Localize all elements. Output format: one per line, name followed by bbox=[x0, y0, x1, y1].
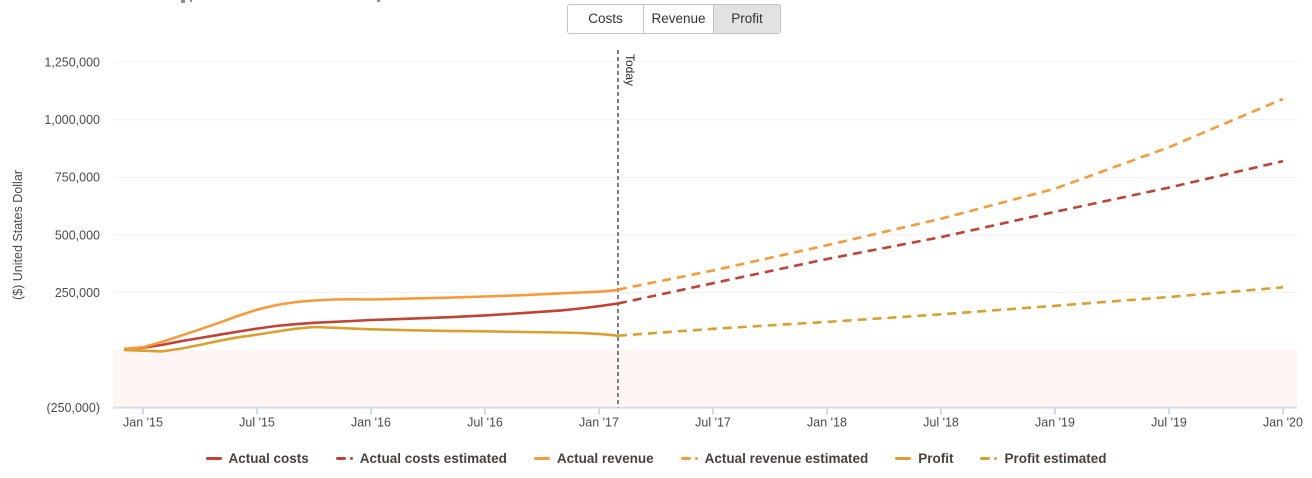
legend-item-actual-revenue[interactable]: Actual revenue bbox=[534, 451, 654, 466]
y-tick-label: 750,000 bbox=[55, 171, 100, 185]
x-tick-label: Jul '15 bbox=[239, 416, 275, 430]
x-tick-label: Jul '19 bbox=[1151, 416, 1187, 430]
x-tick-label: Jan '17 bbox=[579, 416, 619, 430]
negative-region-shading bbox=[113, 350, 1297, 408]
legend-label: Actual costs estimated bbox=[360, 451, 507, 466]
series-line-actual-costs-estimated bbox=[618, 161, 1283, 303]
y-tick-label: 250,000 bbox=[55, 286, 100, 300]
legend-item-actual-revenue-estimated[interactable]: Actual revenue estimated bbox=[681, 451, 869, 466]
stock-chart-app: Costs Revenue Profit ($) United States D… bbox=[0, 0, 1312, 478]
series-line-actual-costs bbox=[124, 304, 618, 350]
series-line-actual-revenue-estimated bbox=[618, 99, 1283, 290]
legend-item-profit[interactable]: Profit bbox=[895, 451, 953, 466]
legend-item-actual-costs-estimated[interactable]: Actual costs estimated bbox=[336, 451, 507, 466]
legend-solid-line-swatch bbox=[206, 457, 222, 460]
legend-label: Profit estimated bbox=[1004, 451, 1106, 466]
x-tick-label: Jan '19 bbox=[1035, 416, 1075, 430]
legend-label: Actual revenue bbox=[557, 451, 654, 466]
legend-solid-line-swatch bbox=[895, 457, 911, 460]
legend-label: Actual costs bbox=[229, 451, 309, 466]
y-tick-label: 1,250,000 bbox=[44, 56, 100, 70]
x-tick-label: Jul '17 bbox=[695, 416, 731, 430]
chart-legend: Actual costs Actual costs estimated Actu… bbox=[0, 451, 1312, 466]
x-tick-label: Jan '18 bbox=[807, 416, 847, 430]
y-tick-label: (250,000) bbox=[46, 401, 100, 415]
x-tick-label: Jul '18 bbox=[923, 416, 959, 430]
x-tick-label: Jan '16 bbox=[351, 416, 391, 430]
legend-item-actual-costs[interactable]: Actual costs bbox=[206, 451, 309, 466]
x-tick-label: Jan '20 bbox=[1263, 416, 1303, 430]
legend-dashed-line-swatch bbox=[980, 457, 997, 460]
legend-dashed-line-swatch bbox=[681, 457, 698, 460]
today-label: Today bbox=[623, 54, 637, 86]
y-tick-label: 500,000 bbox=[55, 228, 100, 242]
legend-label: Actual revenue estimated bbox=[705, 451, 869, 466]
legend-label: Profit bbox=[918, 451, 953, 466]
x-tick-label: Jul '16 bbox=[467, 416, 503, 430]
legend-item-profit-estimated[interactable]: Profit estimated bbox=[980, 451, 1106, 466]
x-tick-label: Jan '15 bbox=[123, 416, 163, 430]
y-tick-label: 1,000,000 bbox=[44, 113, 100, 127]
profit-chart-plot-area[interactable]: 1,250,000 1,000,000 750,000 500,000 250,000 (… bbox=[0, 0, 1312, 478]
legend-solid-line-swatch bbox=[534, 457, 550, 460]
series-line-profit-estimated bbox=[618, 287, 1283, 335]
legend-dashed-line-swatch bbox=[336, 457, 353, 460]
